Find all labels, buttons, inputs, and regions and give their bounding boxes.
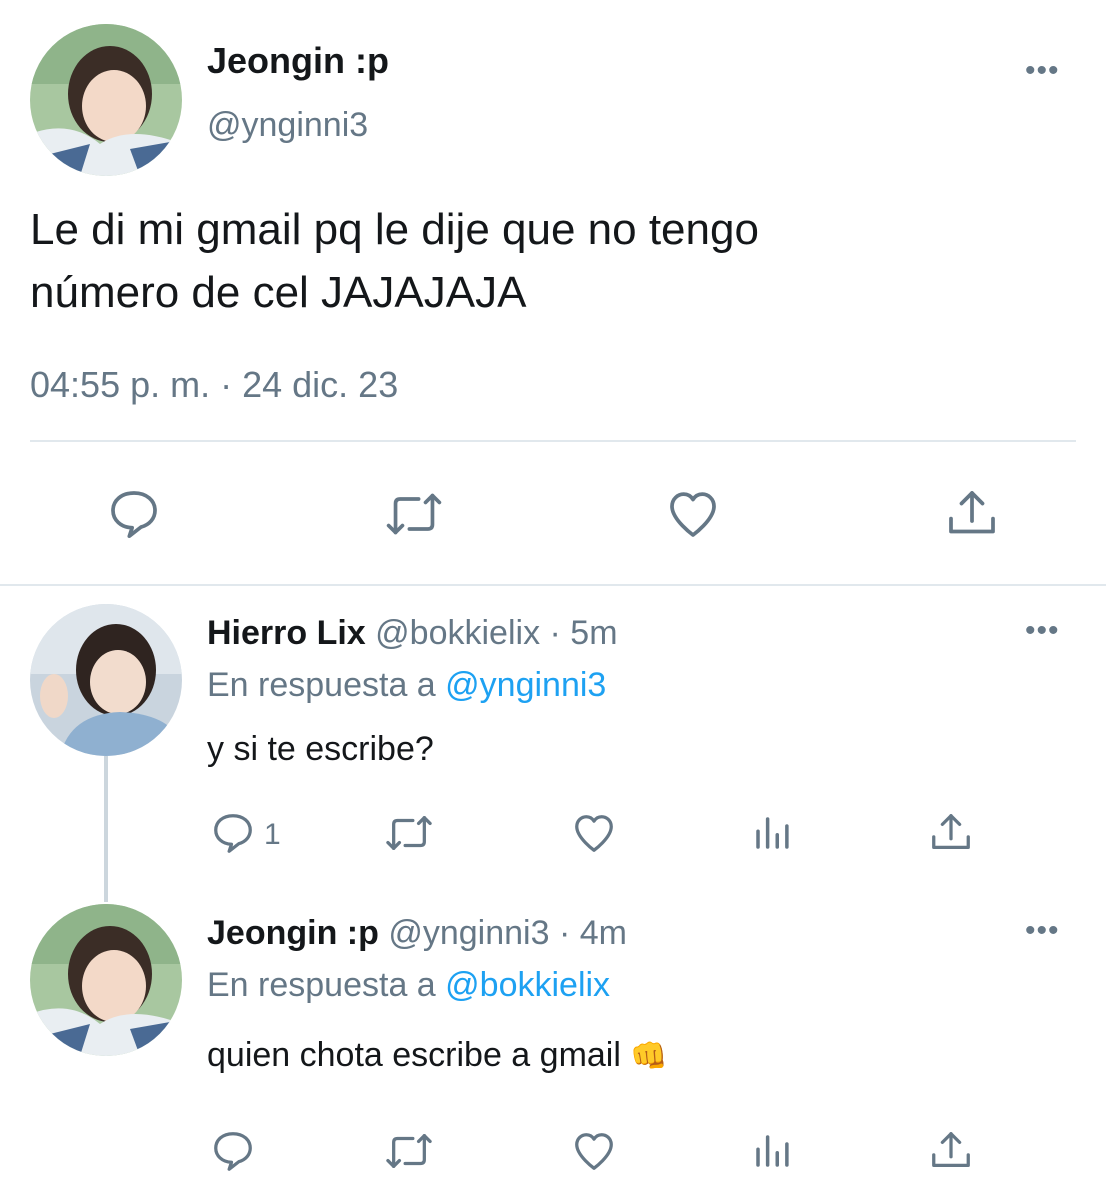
avatar-hierro-lix[interactable] <box>30 604 182 756</box>
thread-line <box>104 756 108 902</box>
like-icon[interactable] <box>570 1128 618 1174</box>
time[interactable]: · 5m <box>550 614 618 652</box>
reply-icon[interactable] <box>210 810 256 856</box>
analytics-icon[interactable] <box>750 1130 794 1172</box>
reply-text: quien chota escribe a gmail <box>207 1036 621 1074</box>
display-name[interactable]: Hierro Lix <box>207 614 366 652</box>
tweet-text-line-1: Le di mi gmail pq le dije que no tengo <box>30 205 759 254</box>
mention-link[interactable]: @ynginni3 <box>445 666 606 704</box>
analytics-icon[interactable] <box>750 812 794 854</box>
reply-context-2: En respuesta a @bokkielix <box>207 966 610 1005</box>
reply-header-2: Jeongin :p @ynginni3 · 4m <box>207 914 627 953</box>
handle[interactable]: @ynginni3 <box>207 106 368 145</box>
mention-link[interactable]: @bokkielix <box>445 966 610 1004</box>
divider <box>30 440 1076 442</box>
avatar-jeongin[interactable] <box>30 24 182 176</box>
timestamp[interactable]: 04:55 p. m. · 24 dic. 23 <box>30 364 398 406</box>
reply-icon[interactable] <box>210 1128 256 1174</box>
reply-prefix: En respuesta a <box>207 666 436 704</box>
more-icon[interactable]: ••• <box>1025 56 1060 86</box>
display-name[interactable]: Jeongin :p <box>207 40 389 82</box>
section-divider <box>0 584 1106 586</box>
reply-text-1: y si te escribe? <box>207 730 434 768</box>
fist-emoji: 👊 <box>630 1040 668 1073</box>
share-icon[interactable] <box>928 1128 974 1174</box>
handle[interactable]: @ynginni3 <box>388 914 549 952</box>
reply-icon[interactable] <box>106 486 162 542</box>
tweet-text-line-2: número de cel JAJAJAJA <box>30 268 527 317</box>
reply-header-1: Hierro Lix @bokkielix · 5m <box>207 614 618 653</box>
retweet-icon[interactable] <box>384 486 444 542</box>
display-name[interactable]: Jeongin :p <box>207 914 379 952</box>
reply-prefix: En respuesta a <box>207 966 436 1004</box>
time[interactable]: · 4m <box>559 914 627 952</box>
retweet-icon[interactable] <box>384 810 434 856</box>
reply-context-1: En respuesta a @ynginni3 <box>207 666 606 705</box>
reply-count: 1 <box>264 818 281 851</box>
retweet-icon[interactable] <box>384 1128 434 1174</box>
reply-text-2: quien chota escribe a gmail 👊 <box>207 1036 668 1075</box>
more-icon[interactable]: ••• <box>1025 616 1060 646</box>
handle[interactable]: @bokkielix <box>375 614 540 652</box>
like-icon[interactable] <box>570 810 618 856</box>
avatar-jeongin[interactable] <box>30 904 182 1056</box>
like-icon[interactable] <box>664 486 722 542</box>
share-icon[interactable] <box>928 810 974 856</box>
more-icon[interactable]: ••• <box>1025 916 1060 946</box>
share-icon[interactable] <box>944 486 1000 542</box>
